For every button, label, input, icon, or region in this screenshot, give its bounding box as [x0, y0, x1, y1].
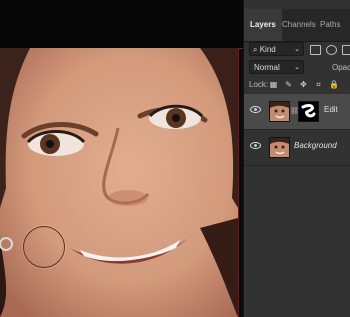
document-canvas[interactable]	[0, 0, 243, 317]
lock-row: Lock: ▦ ✎ ✥ ⌗ 🔒	[244, 76, 350, 92]
layer-row-edit[interactable]: ⛓ Edit	[244, 94, 350, 130]
lock-position-icon[interactable]: ✥	[299, 80, 308, 89]
image-filter-icon[interactable]	[310, 45, 321, 55]
lock-brush-icon[interactable]: ✎	[284, 80, 293, 89]
chevron-down-icon: ⌄	[294, 64, 300, 71]
panel-tab-bar: Layers Channels Paths	[244, 9, 350, 42]
layer-mask-thumbnail[interactable]	[298, 101, 319, 122]
chevron-down-icon: ⌄	[294, 46, 300, 53]
search-icon: ⌕	[253, 45, 258, 54]
layer-thumbnail	[269, 101, 290, 122]
blend-row: Normal ⌄ Opaci	[244, 59, 350, 76]
opacity-label: Opaci	[332, 63, 350, 72]
layer-name: Background	[294, 141, 337, 150]
lock-label: Lock:	[249, 80, 269, 89]
lock-all-icon[interactable]: 🔒	[329, 80, 339, 89]
tab-paths[interactable]: Paths	[314, 9, 346, 41]
type-filter-icon[interactable]	[342, 45, 350, 55]
portrait-photo[interactable]	[0, 48, 239, 317]
visibility-eye-icon[interactable]	[250, 142, 261, 149]
layers-panel: Layers Channels Paths ⌕ Kind ⌄ Normal ⌄ …	[243, 0, 350, 317]
portrait-illustration	[0, 48, 238, 317]
layer-row-background[interactable]: Background	[244, 130, 350, 166]
brush-cursor	[23, 226, 65, 268]
visibility-eye-icon[interactable]	[250, 106, 261, 113]
artboard-icon[interactable]: ⌗	[314, 80, 323, 89]
filter-kind-value: Kind	[259, 45, 276, 54]
layer-thumbnail	[269, 137, 290, 158]
blend-mode-value: Normal	[254, 63, 280, 72]
canvas-background	[0, 0, 243, 49]
layer-name: Edit	[324, 105, 338, 114]
filter-row: ⌕ Kind ⌄	[244, 41, 350, 58]
adjustment-filter-icon[interactable]	[326, 45, 337, 55]
lock-transparent-icon[interactable]: ▦	[269, 80, 278, 89]
blend-mode-select[interactable]: Normal ⌄	[249, 60, 304, 74]
filter-kind-select[interactable]: ⌕ Kind ⌄	[249, 42, 304, 56]
